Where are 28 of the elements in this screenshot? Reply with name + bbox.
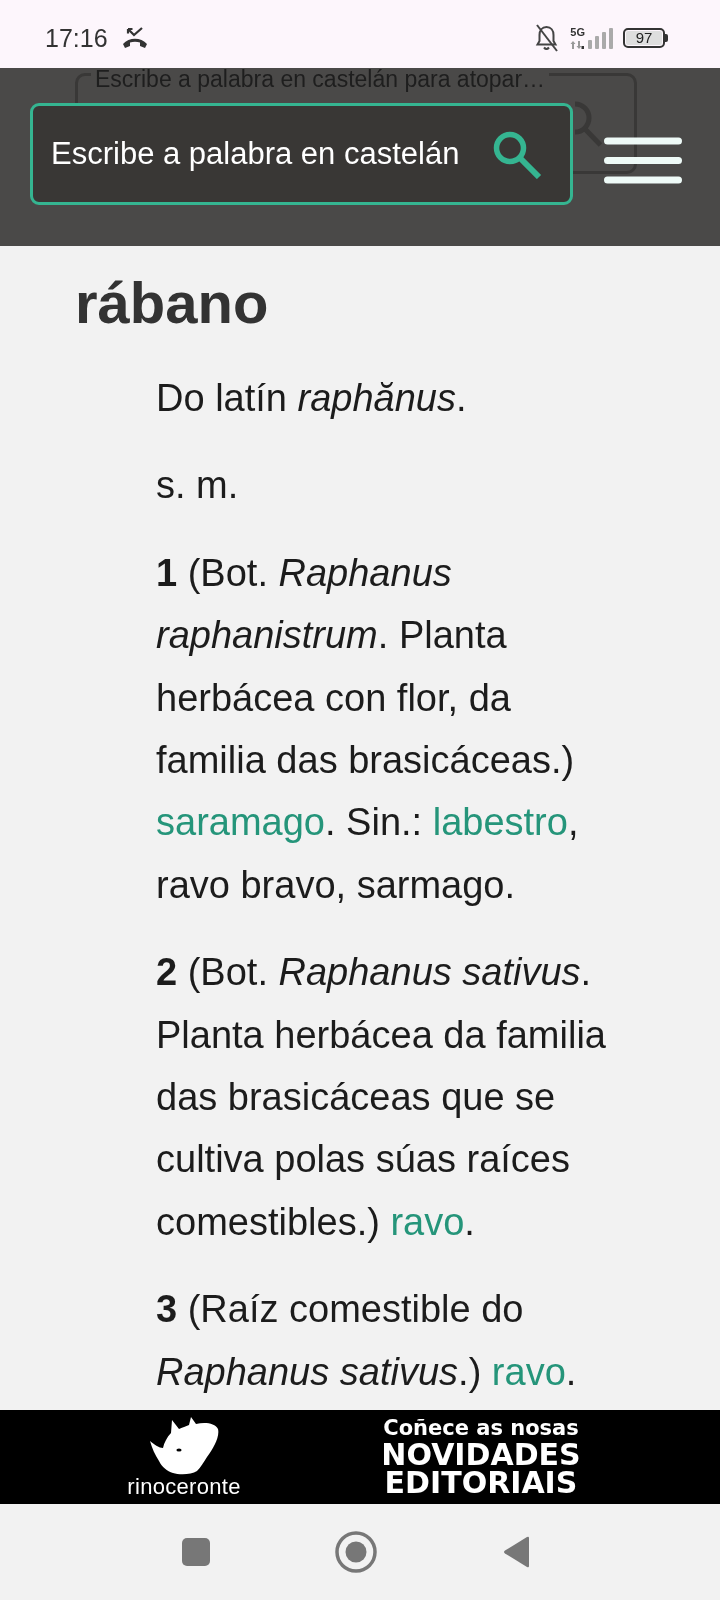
promo-banner[interactable]: rinoceronte Coñece as nosas NOVIDADES EDITORIAIS xyxy=(0,1410,720,1504)
back-icon[interactable] xyxy=(503,1536,531,1568)
promo-title: NOVIDADES EDITORIAIS xyxy=(380,1441,582,1497)
search-icon[interactable] xyxy=(493,131,542,179)
etymology-text: Do latín raphănus. xyxy=(156,376,468,421)
word-link[interactable]: saramago xyxy=(156,801,325,844)
recents-icon[interactable] xyxy=(182,1538,210,1566)
search-field[interactable]: Escribe a palabra en castelán xyxy=(30,103,573,205)
signal-icon xyxy=(588,28,614,49)
network-type-label: 5G xyxy=(570,27,585,38)
home-icon[interactable] xyxy=(335,1531,377,1573)
sense-text: 2 (Bot. Raphanus sativus. Planta herbácea da familia das brasicáceas que se cultiva polas súas raíces comestibles.) ravo. xyxy=(156,950,607,1245)
headword: rábano xyxy=(75,269,269,337)
rhino-logo xyxy=(149,1417,219,1475)
sense-text: 3 (Raíz comestible do Raphanus sativus.) ravo. xyxy=(156,1287,578,1395)
missed-call-icon xyxy=(120,27,149,49)
menu-icon[interactable] xyxy=(604,137,682,184)
data-activity-icon xyxy=(570,41,585,49)
sense-text: 1 (Bot. Raphanus raphanistrum. Planta herbácea con flor, da familia das brasicáceas.) saramago. Sin.: labestro, ravo bravo, sarmago. xyxy=(156,550,580,908)
word-link[interactable]: ravo xyxy=(491,1350,566,1393)
brand-name: rinoceronte xyxy=(127,1477,241,1497)
battery-indicator: 97 xyxy=(623,28,668,48)
bell-off-icon xyxy=(534,23,560,53)
status-time: 17:16 xyxy=(45,24,108,52)
part-of-speech-label: s. m. xyxy=(156,463,240,509)
word-link[interactable]: ravo xyxy=(390,1200,465,1243)
promo-tagline: Coñece as nosas xyxy=(383,1415,579,1441)
word-link[interactable]: labestro xyxy=(432,801,568,844)
